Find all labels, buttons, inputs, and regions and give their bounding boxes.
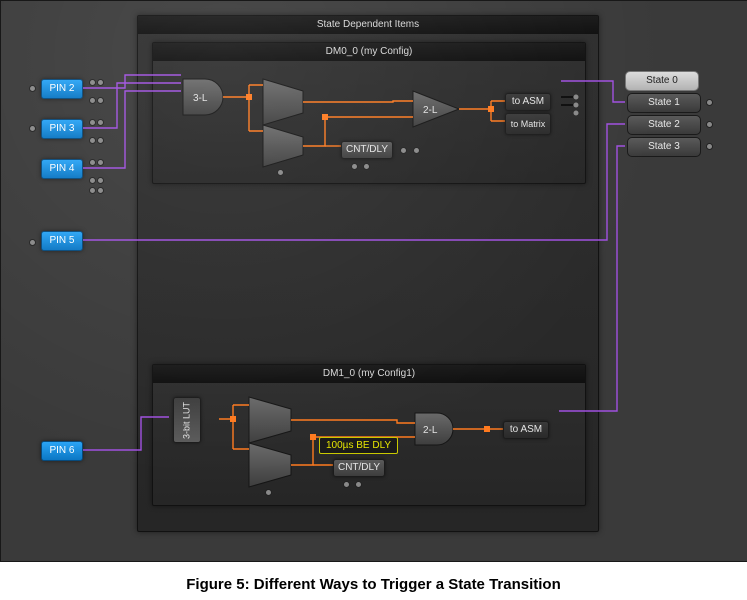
dm0-lut2-label: 2-L <box>423 105 438 116</box>
panel-state-dependent: State Dependent Items DM0_0 (my Config) … <box>137 15 599 532</box>
panel-dm0-title: DM0_0 (my Config) <box>153 43 585 61</box>
dm1-lut-block: 3-bit LUT <box>173 397 201 443</box>
dm0-lut3-label: 3-L <box>193 93 208 104</box>
panel-dm1: DM1_0 (my Config1) 2-L <box>152 364 586 506</box>
state-1[interactable]: State 1 <box>627 93 701 113</box>
pin-2[interactable]: PIN 2 <box>41 79 83 99</box>
pin-3[interactable]: PIN 3 <box>41 119 83 139</box>
dm1-delay-tooltip: 100µs BE DLY <box>319 437 398 454</box>
panel-state-dependent-title: State Dependent Items <box>138 16 598 34</box>
diagram-canvas: State Dependent Items DM0_0 (my Config) … <box>0 0 747 562</box>
dm0-cntdly-block: CNT/DLY <box>341 141 393 159</box>
figure-caption: Figure 5: Different Ways to Trigger a St… <box>0 576 747 593</box>
panel-dm0: DM0_0 (my Config) 3-L <box>152 42 586 184</box>
dm1-cntdly-block: CNT/DLY <box>333 459 385 477</box>
pin-6[interactable]: PIN 6 <box>41 441 83 461</box>
panel-dm1-title: DM1_0 (my Config1) <box>153 365 585 383</box>
pin-4[interactable]: PIN 4 <box>41 159 83 179</box>
pin-5[interactable]: PIN 5 <box>41 231 83 251</box>
state-0[interactable]: State 0 <box>625 71 699 91</box>
dm0-tomatrix-block: to Matrix <box>505 113 551 135</box>
state-3[interactable]: State 3 <box>627 137 701 157</box>
dm0-toasm-block: to ASM <box>505 93 551 111</box>
dm1-lut2-label: 2-L <box>423 425 438 436</box>
state-2[interactable]: State 2 <box>627 115 701 135</box>
dm1-toasm-block: to ASM <box>503 421 549 439</box>
